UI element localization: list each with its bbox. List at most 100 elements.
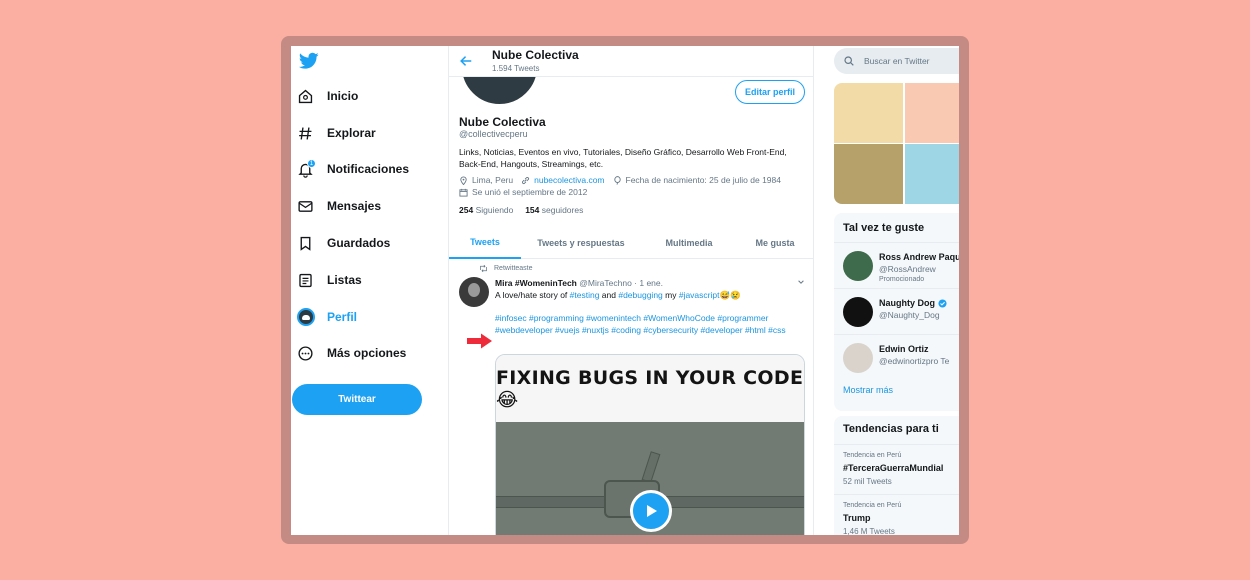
tweet-button[interactable]: Twittear [292, 384, 422, 415]
promoted-label: Promocionado [879, 276, 925, 283]
profile-meta-row: Lima, Peru nubecolectiva.com Fecha de na… [459, 175, 781, 185]
tweet-author-name[interactable]: Mira #WomeninTech [495, 278, 577, 288]
nav-item-guardados[interactable]: Guardados [297, 228, 390, 258]
edit-profile-button[interactable]: Editar perfil [735, 80, 805, 104]
nav-label: Perfil [327, 310, 358, 324]
tweet-header: Mira #WomeninTech @MiraTechno · 1 ene. [495, 278, 663, 288]
profile-name: Nube Colectiva [459, 115, 546, 129]
location-icon [460, 176, 467, 185]
suggestion-name-row: Naughty Dog [879, 298, 947, 308]
twitter-screen: Inicio Explorar 1 Notificaciones Mensaje… [291, 46, 959, 535]
back-arrow-icon[interactable] [459, 54, 473, 68]
balloon-icon [613, 175, 621, 185]
trend-context: Tendencia en Perú [843, 452, 902, 459]
envelope-icon [298, 200, 313, 212]
tweet-media-video[interactable]: FIXING BUGS IN YOUR CODE 😂 [495, 354, 805, 535]
hashtag-link[interactable]: #testing [570, 290, 600, 300]
followers-label: seguidores [541, 205, 584, 215]
trend-context: Tendencia en Perú [843, 502, 902, 509]
suggestion-name: Naughty Dog [879, 298, 935, 308]
tweet-text: A love/hate story of #testing and #debug… [495, 290, 805, 302]
tab-multimedia[interactable]: Multimedia [641, 226, 737, 259]
nav-label: Listas [327, 273, 362, 287]
tweet-text-part: A love/hate story of [495, 290, 570, 300]
suggestion-handle: @edwinortizpro [879, 356, 939, 366]
profile-handle: @collectivecperu [459, 129, 528, 139]
suggestion-item[interactable]: Ross Andrew Paque @RossAndrew Promociona… [834, 242, 959, 288]
avatar [843, 343, 873, 373]
suggestion-extra: Te [940, 356, 950, 366]
play-icon [647, 505, 657, 517]
tweet-text-part: and [599, 290, 619, 300]
nav-item-mensajes[interactable]: Mensajes [297, 191, 381, 221]
nav-item-notificaciones[interactable]: 1 Notificaciones [297, 154, 409, 184]
search-bar[interactable]: Buscar en Twitter [834, 48, 959, 74]
profile-header-bar: Nube Colectiva 1.594 Tweets [449, 46, 813, 77]
suggestion-name: Edwin Ortiz [879, 344, 929, 354]
mosaic-tile[interactable] [834, 83, 903, 143]
calendar-icon [459, 188, 468, 197]
nav-label: Inicio [327, 89, 359, 103]
tweet-emojis: 😅😢 [719, 290, 741, 300]
media-mosaic[interactable] [834, 83, 959, 204]
nav-label: Notificaciones [327, 162, 410, 176]
nav-label: Más opciones [327, 346, 407, 360]
nav-item-explorar[interactable]: Explorar [297, 118, 376, 148]
tweet-author-avatar[interactable] [459, 277, 489, 307]
more-icon [298, 345, 313, 361]
suggestion-handle-row: @edwinortizpro Te [879, 356, 949, 366]
hashtag-link[interactable]: #javascript [679, 290, 720, 300]
red-arrow-icon [467, 333, 492, 349]
tweet-handle-time: @MiraTechno · 1 ene. [579, 278, 664, 288]
followers-count: 154 [525, 205, 540, 215]
nav-item-inicio[interactable]: Inicio [297, 81, 358, 111]
media-caption: FIXING BUGS IN YOUR CODE 😂 [496, 366, 804, 411]
suggestions-panel: Tal vez te guste Ross Andrew Paque @Ross… [834, 213, 959, 411]
trend-item[interactable]: Tendencia en Perú Trump 1,46 M Tweets [834, 494, 959, 535]
suggestion-name: Ross Andrew Paque [879, 252, 959, 262]
retweet-icon [480, 264, 487, 273]
tab-tweets-y-respuestas[interactable]: Tweets y respuestas [521, 226, 641, 259]
nav-item-listas[interactable]: Listas [297, 265, 362, 295]
chevron-down-icon[interactable] [797, 278, 805, 286]
verified-badge-icon [938, 298, 947, 308]
play-button[interactable] [630, 490, 672, 532]
tab-me-gusta[interactable]: Me gusta [737, 226, 813, 259]
profile-birthday: Fecha de nacimiento: 25 de julio de 1984 [625, 175, 781, 185]
suggestion-item[interactable]: Edwin Ortiz @edwinortizpro Te [834, 334, 959, 380]
profile-avatar-icon [297, 308, 315, 326]
followers-link[interactable]: 154 seguidores [525, 205, 583, 215]
tweet-text-part: my [662, 290, 679, 300]
show-more-link[interactable]: Mostrar más [843, 385, 893, 395]
profile-bio: Links, Noticias, Eventos en vivo, Tutori… [459, 147, 787, 169]
suggestion-item[interactable]: Naughty Dog @Naughty_Dog [834, 288, 959, 334]
right-sidebar: Buscar en Twitter Tal vez te guste Ross … [832, 46, 959, 535]
avatar [843, 297, 873, 327]
hashtag-link[interactable]: #debugging [618, 290, 662, 300]
nav-label: Explorar [327, 126, 376, 140]
trends-panel: Tendencias para ti Tendencia en Perú #Te… [834, 416, 959, 535]
trend-topic: #TerceraGuerraMundial [843, 463, 944, 473]
following-count: 254 [459, 205, 474, 215]
left-nav: Inicio Explorar 1 Notificaciones Mensaje… [291, 46, 448, 535]
mosaic-tile[interactable] [905, 144, 959, 204]
retweet-label: Retwitteaste [494, 265, 533, 272]
twitter-logo-icon[interactable] [299, 52, 319, 70]
nav-item-perfil[interactable]: Perfil [297, 302, 357, 332]
notification-badge: 1 [307, 159, 316, 168]
link-icon [522, 176, 530, 184]
mosaic-tile[interactable] [905, 83, 959, 143]
nav-item-mas-opciones[interactable]: Más opciones [297, 338, 406, 368]
list-icon [299, 273, 312, 287]
profile-website-link[interactable]: nubecolectiva.com [534, 175, 604, 185]
search-input[interactable]: Buscar en Twitter [864, 56, 930, 66]
search-icon [844, 56, 854, 66]
header-tweet-count: 1.594 Tweets [492, 64, 540, 73]
trend-count: 1,46 M Tweets [843, 527, 895, 535]
mosaic-tile[interactable] [834, 144, 903, 204]
trend-item[interactable]: Tendencia en Perú #TerceraGuerraMundial … [834, 444, 959, 494]
following-link[interactable]: 254 Siguiendo [459, 205, 513, 215]
trend-topic: Trump [843, 513, 871, 523]
tab-tweets[interactable]: Tweets [449, 226, 521, 259]
tweet-hashtags[interactable]: #infosec #programming #womenintech #Wome… [495, 313, 805, 336]
